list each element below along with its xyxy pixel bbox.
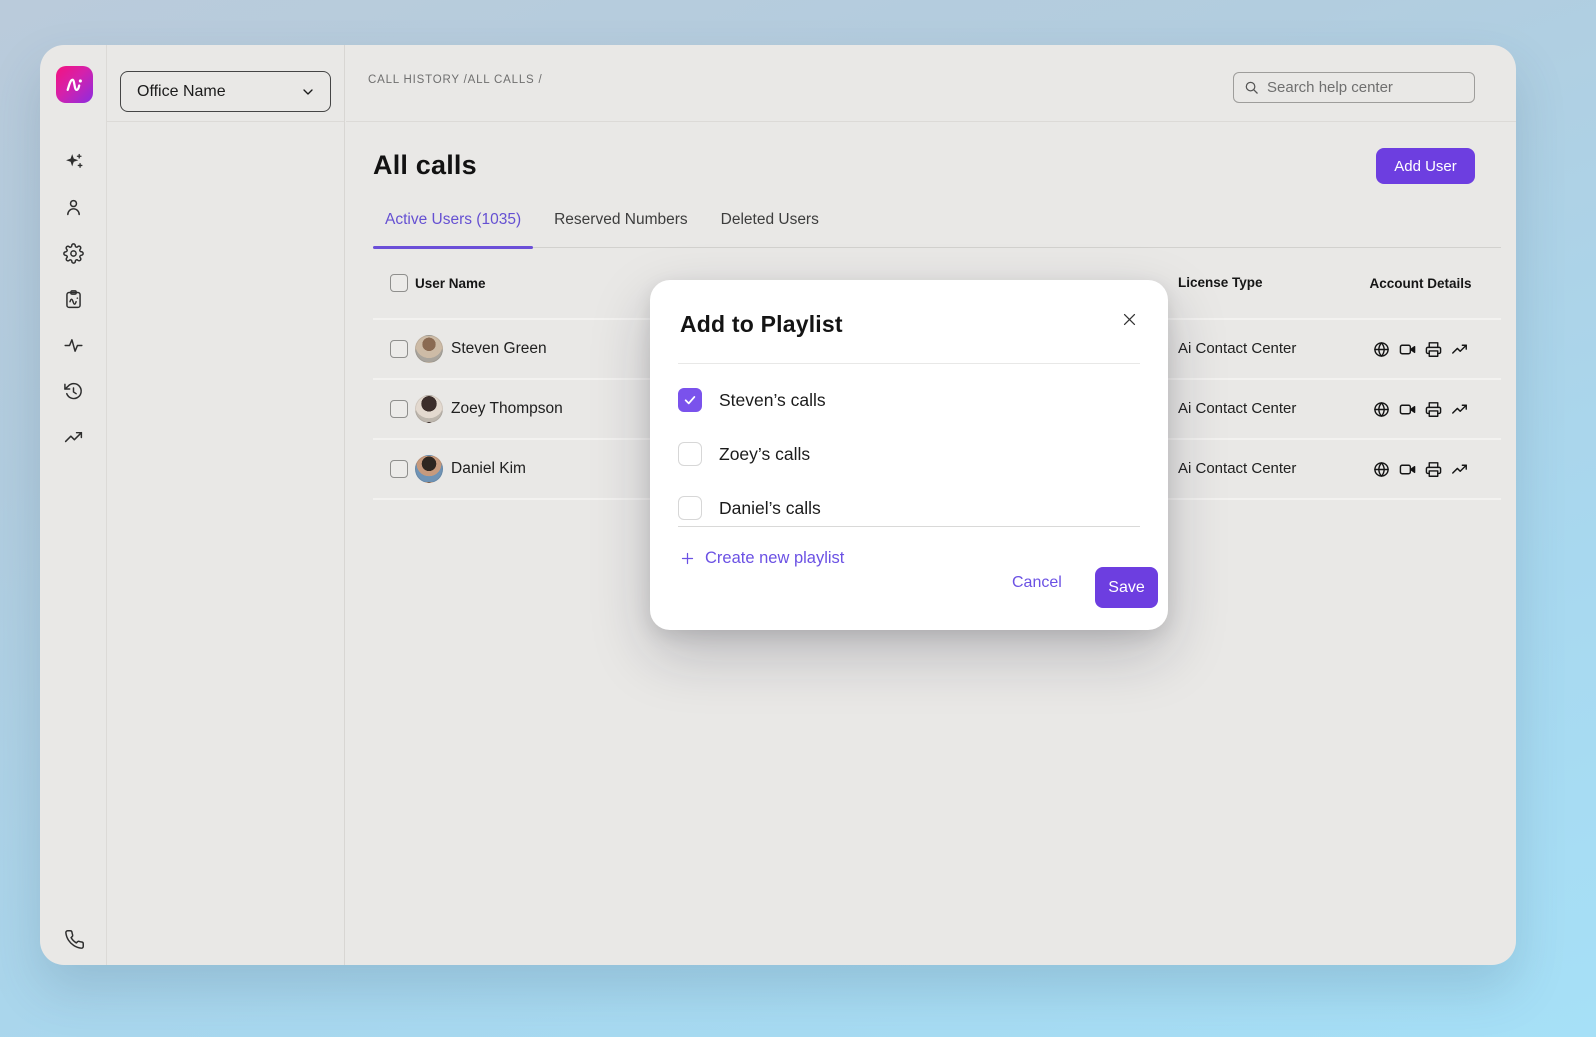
avatar — [415, 395, 443, 423]
globe-icon[interactable] — [1373, 341, 1390, 358]
add-user-button[interactable]: Add User — [1376, 148, 1475, 184]
user-name: Zoey Thompson — [451, 400, 563, 418]
sparkles-icon[interactable] — [63, 150, 85, 172]
tabs: Active Users (1035) Reserved Numbers Del… — [373, 211, 1501, 248]
app-window: Office Name CALL HISTORY /ALL CALLS / Se… — [40, 45, 1516, 965]
select-all-checkbox[interactable] — [390, 274, 408, 292]
chevron-down-icon — [300, 84, 316, 100]
playlist-option[interactable]: Zoey’s calls — [678, 427, 1140, 481]
clipboard-ai-icon[interactable] — [63, 288, 85, 310]
account-detail-icons — [1373, 401, 1468, 418]
modal-title: Add to Playlist — [680, 311, 843, 338]
license-type: Ai Contact Center — [1178, 460, 1296, 477]
phone-icon[interactable] — [63, 928, 85, 950]
search-icon — [1244, 80, 1259, 95]
row-checkbox[interactable] — [390, 460, 408, 478]
plus-icon — [680, 551, 695, 566]
trending-up-icon[interactable] — [1451, 341, 1468, 358]
modal-divider — [678, 363, 1140, 364]
page-title: All calls — [373, 150, 477, 181]
cancel-button[interactable]: Cancel — [1012, 574, 1062, 592]
app-logo[interactable] — [56, 66, 93, 103]
playlist-checkbox[interactable] — [678, 496, 702, 520]
create-new-playlist-label: Create new playlist — [705, 549, 844, 568]
create-new-playlist-link[interactable]: Create new playlist — [680, 549, 844, 568]
user-icon[interactable] — [63, 196, 85, 218]
playlist-option-label: Daniel’s calls — [719, 498, 821, 519]
playlist-checkbox[interactable] — [678, 442, 702, 466]
globe-icon[interactable] — [1373, 461, 1390, 478]
globe-icon[interactable] — [1373, 401, 1390, 418]
playlist-options: Steven’s calls Zoey’s calls Daniel’s cal… — [678, 373, 1140, 535]
ai-logo-glyph — [62, 72, 88, 98]
trending-up-icon[interactable] — [63, 426, 85, 448]
secondary-panel: Office Name — [107, 45, 345, 965]
user-name: Daniel Kim — [451, 460, 526, 478]
check-icon — [683, 393, 697, 407]
avatar — [415, 455, 443, 483]
row-checkbox[interactable] — [390, 340, 408, 358]
account-detail-icons — [1373, 341, 1468, 358]
rail-nav — [40, 150, 107, 448]
tab-deleted-users[interactable]: Deleted Users — [709, 211, 831, 247]
close-icon[interactable] — [1118, 308, 1140, 330]
office-selector-label: Office Name — [137, 83, 226, 101]
video-camera-icon[interactable] — [1399, 461, 1416, 478]
playlist-checkbox[interactable] — [678, 388, 702, 412]
video-camera-icon[interactable] — [1399, 401, 1416, 418]
history-icon[interactable] — [63, 380, 85, 402]
playlist-option-label: Steven’s calls — [719, 390, 826, 411]
help-search-input[interactable]: Search help center — [1233, 72, 1475, 103]
icon-rail — [40, 45, 107, 965]
trending-up-icon[interactable] — [1451, 461, 1468, 478]
license-type: Ai Contact Center — [1178, 400, 1296, 417]
column-header-user-name: User Name — [415, 276, 486, 291]
column-header-license-type: License Type — [1178, 275, 1263, 290]
search-placeholder: Search help center — [1267, 79, 1393, 96]
tab-reserved-numbers[interactable]: Reserved Numbers — [542, 211, 700, 247]
video-camera-icon[interactable] — [1399, 341, 1416, 358]
main-header: CALL HISTORY /ALL CALLS / Search help ce… — [346, 45, 1516, 122]
column-header-account-details: Account Details — [1369, 276, 1471, 291]
panel-header: Office Name — [107, 45, 344, 122]
avatar — [415, 335, 443, 363]
row-checkbox[interactable] — [390, 400, 408, 418]
account-detail-icons — [1373, 461, 1468, 478]
playlist-option-label: Zoey’s calls — [719, 444, 810, 465]
breadcrumb: CALL HISTORY /ALL CALLS / — [368, 74, 542, 86]
playlist-option[interactable]: Steven’s calls — [678, 373, 1140, 427]
user-name: Steven Green — [451, 340, 547, 358]
printer-icon[interactable] — [1425, 341, 1442, 358]
activity-icon[interactable] — [63, 334, 85, 356]
printer-icon[interactable] — [1425, 461, 1442, 478]
tab-active-users[interactable]: Active Users (1035) — [373, 211, 533, 247]
modal-divider — [678, 526, 1140, 527]
printer-icon[interactable] — [1425, 401, 1442, 418]
add-to-playlist-modal: Add to Playlist Steven’s calls Zoey’s ca… — [650, 280, 1168, 630]
license-type: Ai Contact Center — [1178, 340, 1296, 357]
office-selector[interactable]: Office Name — [120, 71, 331, 112]
save-button[interactable]: Save — [1095, 567, 1158, 608]
settings-gear-icon[interactable] — [63, 242, 85, 264]
trending-up-icon[interactable] — [1451, 401, 1468, 418]
